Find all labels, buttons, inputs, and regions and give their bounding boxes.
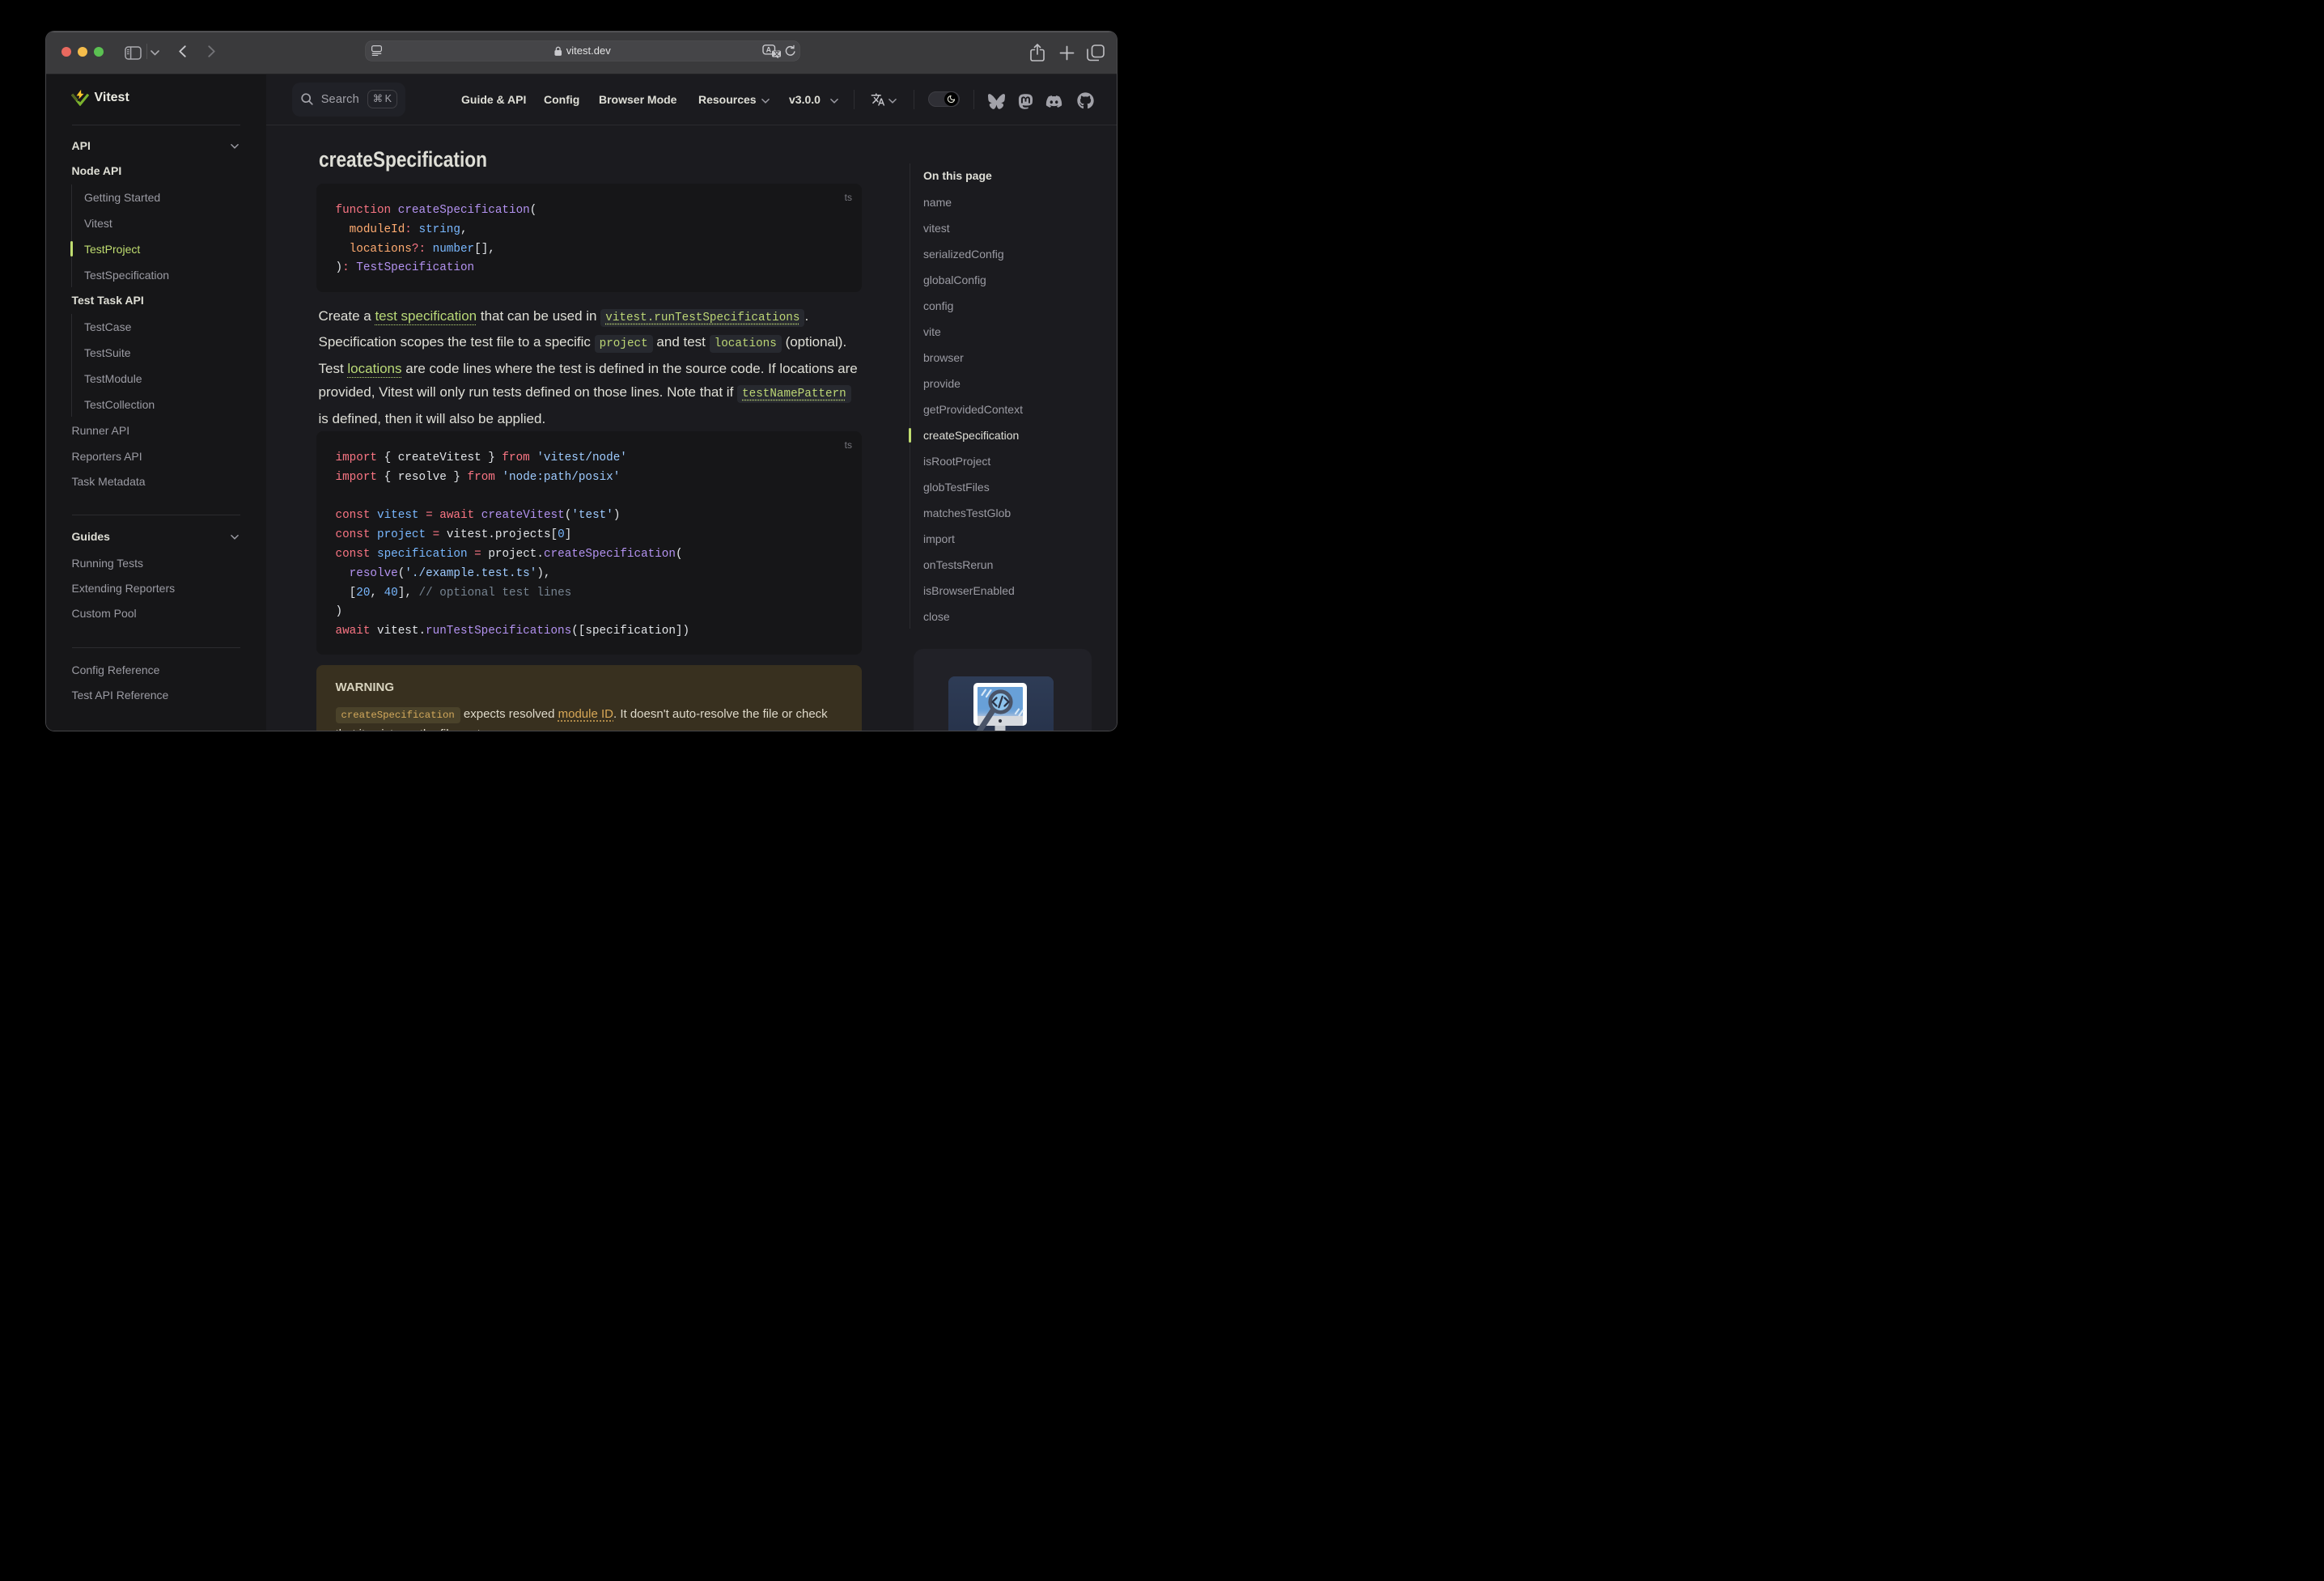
svg-text:A: A — [766, 45, 772, 53]
svg-text:文: 文 — [774, 49, 780, 57]
